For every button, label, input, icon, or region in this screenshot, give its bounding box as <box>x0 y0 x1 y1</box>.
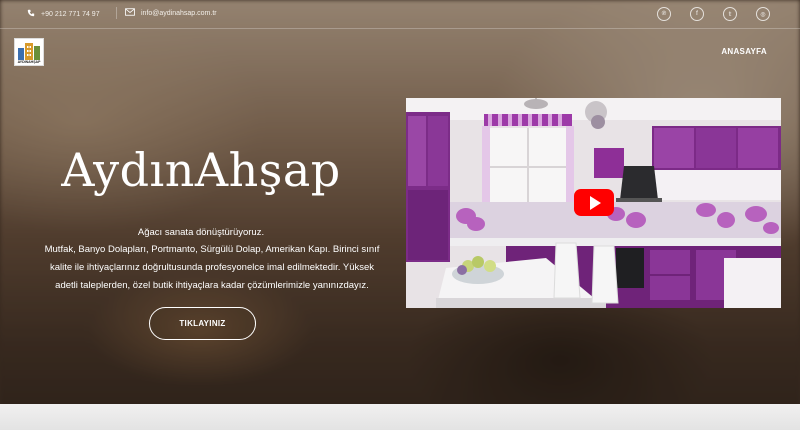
social-links: ℗ f 𝕥 ◎ <box>657 7 770 21</box>
nav-home-link[interactable]: ANASAYFA <box>721 47 767 56</box>
play-triangle <box>589 195 601 210</box>
phone-contact[interactable]: +90 212 771 74 97 <box>27 9 100 19</box>
phone-number: +90 212 771 74 97 <box>41 10 100 18</box>
next-section-strip <box>0 404 800 430</box>
phone-icon <box>27 9 35 19</box>
email-address: info@aydinahsap.com.tr <box>141 9 217 17</box>
site-logo[interactable]: AYDINAHŞAP <box>14 38 44 66</box>
top-bar: +90 212 771 74 97 info@aydinahsap.com.tr… <box>0 0 800 29</box>
building-logo-icon <box>18 43 40 60</box>
twitter-icon[interactable]: 𝕥 <box>723 7 737 21</box>
hero-subtitle: Ağacı sanata dönüştürüyoruz. <box>137 227 265 238</box>
video-embed[interactable] <box>406 98 781 308</box>
logo-text: AYDINAHŞAP <box>17 60 41 64</box>
cta-button[interactable]: TIKLAYINIZ <box>149 307 256 340</box>
email-contact[interactable]: info@aydinahsap.com.tr <box>116 7 217 19</box>
hero-title: AydınAhşap <box>61 143 341 197</box>
hero-description: Mutfak, Banyo Dolapları, Portmanto, Sürg… <box>44 244 380 291</box>
youtube-play-icon[interactable] <box>574 189 614 216</box>
instagram-icon[interactable]: ◎ <box>756 7 770 21</box>
pinterest-icon[interactable]: ℗ <box>657 7 671 21</box>
facebook-icon[interactable]: f <box>690 7 704 21</box>
envelope-icon <box>125 8 135 18</box>
